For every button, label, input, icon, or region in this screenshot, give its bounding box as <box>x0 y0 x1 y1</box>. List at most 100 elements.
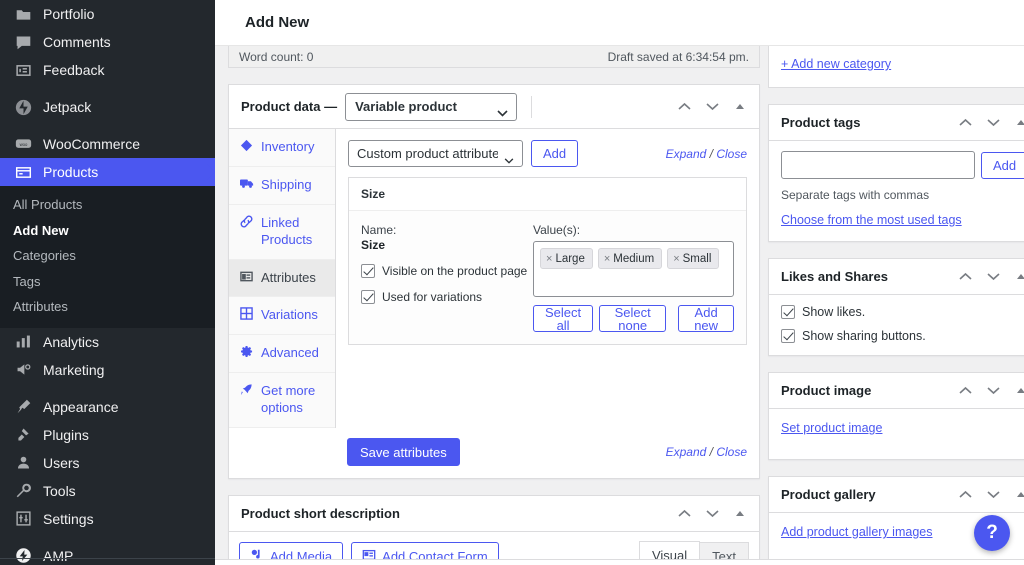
new-tag-input[interactable] <box>781 151 975 179</box>
sidebar-item-amp[interactable]: AMP <box>0 542 215 565</box>
move-up-icon[interactable] <box>956 268 974 286</box>
show-sharing-buttons-label: Show sharing buttons. <box>802 329 926 343</box>
product-categories-panel-tail: + Add new category <box>768 46 1024 88</box>
analytics-icon <box>13 332 33 352</box>
toggle-panel-icon[interactable] <box>731 505 749 523</box>
attribute-type-select[interactable]: Custom product attribute <box>348 140 523 167</box>
toggle-panel-icon[interactable] <box>1012 486 1024 504</box>
likes-and-shares-panel: Likes and Shares Show likes. Show sharin… <box>768 258 1024 356</box>
move-down-icon[interactable] <box>703 505 721 523</box>
toggle-panel-icon[interactable] <box>731 98 749 116</box>
add-tag-button[interactable]: Add <box>981 151 1024 179</box>
remove-token-icon[interactable]: × <box>546 253 552 265</box>
submenu-item-all-products[interactable]: All Products <box>0 192 215 218</box>
expand-link[interactable]: Expand <box>666 147 707 161</box>
select-all-button[interactable]: Select all <box>533 305 594 332</box>
product-data-body: Inventory Shipping Linked Products Attri… <box>229 129 759 429</box>
sidebar-item-woocommerce[interactable]: woo WooCommerce <box>0 130 215 158</box>
move-down-icon[interactable] <box>984 114 1002 132</box>
sidebar-item-marketing[interactable]: Marketing <box>0 356 215 384</box>
sidebar-item-label: WooCommerce <box>43 136 140 152</box>
product-data-tabs: Inventory Shipping Linked Products Attri… <box>229 129 336 429</box>
choose-most-used-tags-link[interactable]: Choose from the most used tags <box>781 213 962 227</box>
add-new-category-link[interactable]: + Add new category <box>781 57 891 71</box>
link-separator: / <box>706 146 717 161</box>
toggle-panel-icon[interactable] <box>1012 268 1024 286</box>
move-up-icon[interactable] <box>956 114 974 132</box>
tab-get-more-options[interactable]: Get more options <box>229 373 335 429</box>
used-for-variations-row[interactable]: Used for variations <box>361 290 533 304</box>
add-attribute-button[interactable]: Add <box>531 140 579 167</box>
visible-checkbox[interactable] <box>361 264 375 278</box>
product-tags-title: Product tags <box>781 115 861 130</box>
likes-and-shares-body: Show likes. Show sharing buttons. <box>769 295 1024 355</box>
admin-topbar: Add New <box>215 0 1024 46</box>
value-token[interactable]: × Large <box>540 248 593 269</box>
values-action-buttons: Select all Select none Add new <box>533 305 734 332</box>
remove-token-icon[interactable]: × <box>604 253 610 265</box>
tab-shipping[interactable]: Shipping <box>229 167 335 205</box>
save-attributes-button[interactable]: Save attributes <box>347 438 460 467</box>
sidebar-item-appearance[interactable]: Appearance <box>0 393 215 421</box>
close-link[interactable]: Close <box>716 147 747 161</box>
submenu-item-categories[interactable]: Categories <box>0 243 215 269</box>
submenu-item-add-new[interactable]: Add New <box>0 218 215 244</box>
sidebar-item-portfolio[interactable]: Portfolio <box>0 0 215 28</box>
admin-sidebar: Portfolio Comments Feedback Jetpack woo <box>0 0 215 565</box>
toggle-panel-icon[interactable] <box>1012 382 1024 400</box>
sidebar-item-tools[interactable]: Tools <box>0 477 215 505</box>
value-token[interactable]: × Small <box>667 248 720 269</box>
used-for-variations-checkbox[interactable] <box>361 290 375 304</box>
tab-inventory[interactable]: Inventory <box>229 129 335 167</box>
product-data-title: Product data — <box>241 99 338 114</box>
tab-variations[interactable]: Variations <box>229 297 335 336</box>
sidebar-item-label: Portfolio <box>43 6 95 22</box>
sidebar-item-label: Appearance <box>43 398 119 415</box>
expand-link[interactable]: Expand <box>666 445 707 459</box>
set-product-image-link[interactable]: Set product image <box>781 421 882 435</box>
sidebar-item-analytics[interactable]: Analytics <box>0 328 215 356</box>
move-up-icon[interactable] <box>956 486 974 504</box>
product-type-select[interactable]: Variable product <box>345 92 518 121</box>
tab-linked-products[interactable]: Linked Products <box>229 205 335 260</box>
visible-on-product-page-row[interactable]: Visible on the product page <box>361 264 533 278</box>
show-sharing-buttons-row[interactable]: Show sharing buttons. <box>781 329 1024 343</box>
move-up-icon[interactable] <box>675 505 693 523</box>
values-token-field[interactable]: × Large × Medium × Small <box>533 241 734 297</box>
move-down-icon[interactable] <box>984 268 1002 286</box>
tab-attributes[interactable]: Attributes <box>229 259 335 298</box>
select-none-button[interactable]: Select none <box>599 305 667 332</box>
close-link[interactable]: Close <box>716 445 747 459</box>
show-likes-row[interactable]: Show likes. <box>781 305 1024 319</box>
move-up-icon[interactable] <box>675 98 693 116</box>
submenu-item-tags[interactable]: Tags <box>0 269 215 295</box>
sidebar-item-settings[interactable]: Settings <box>0 505 215 533</box>
toggle-panel-icon[interactable] <box>1012 114 1024 132</box>
show-sharing-buttons-checkbox[interactable] <box>781 329 795 343</box>
move-down-icon[interactable] <box>984 486 1002 504</box>
sidebar-item-label: Settings <box>43 510 94 527</box>
tab-advanced[interactable]: Advanced <box>229 335 335 374</box>
add-product-gallery-images-link[interactable]: Add product gallery images <box>781 525 932 539</box>
show-likes-checkbox[interactable] <box>781 305 795 319</box>
add-new-value-button[interactable]: Add new <box>678 305 734 332</box>
sidebar-item-users[interactable]: Users <box>0 449 215 477</box>
sidebar-item-comments[interactable]: Comments <box>0 28 215 56</box>
sidebar-item-plugins[interactable]: Plugins <box>0 421 215 449</box>
product-gallery-title: Product gallery <box>781 487 876 502</box>
short-description-panel: Product short description Add Media Add … <box>228 495 760 565</box>
sidebar-item-jetpack[interactable]: Jetpack <box>0 93 215 121</box>
marketing-icon <box>13 360 33 380</box>
sidebar-item-feedback[interactable]: Feedback <box>0 56 215 84</box>
gear-icon <box>240 345 254 358</box>
move-down-icon[interactable] <box>703 98 721 116</box>
help-button[interactable]: ? <box>974 515 1010 551</box>
sidebar-item-products[interactable]: Products <box>0 158 215 186</box>
remove-token-icon[interactable]: × <box>673 253 679 265</box>
value-token[interactable]: × Medium <box>597 248 663 269</box>
sidebar-bottom-divider <box>0 558 215 559</box>
move-up-icon[interactable] <box>956 382 974 400</box>
move-down-icon[interactable] <box>984 382 1002 400</box>
submenu-item-attributes[interactable]: Attributes <box>0 294 215 320</box>
sidebar-item-label: Users <box>43 454 80 471</box>
